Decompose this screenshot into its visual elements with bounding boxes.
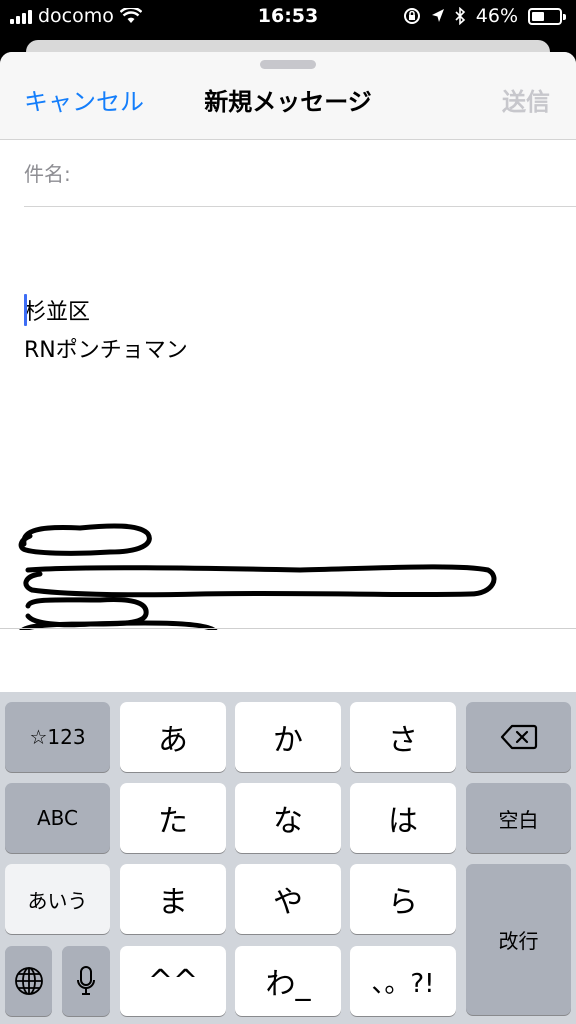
battery-level xyxy=(532,11,544,21)
globe-icon xyxy=(14,967,43,995)
message-body[interactable]: 杉並区 RNポンチョマン xyxy=(24,294,188,370)
compose-title: 新規メッセージ xyxy=(204,88,372,116)
text-cursor xyxy=(24,294,27,326)
battery-icon xyxy=(528,7,566,25)
space-key[interactable]: 空白 xyxy=(466,783,571,853)
punctuation-key[interactable]: 、。?! xyxy=(350,946,456,1016)
kana-key-ha[interactable]: は xyxy=(350,783,456,853)
subject-label: 件名: xyxy=(24,162,71,186)
status-bar: docomo 16:53 46% xyxy=(0,0,576,34)
numbers-mode-key[interactable]: ☆123 xyxy=(5,702,110,772)
separator-line xyxy=(0,628,576,629)
kana-mode-key[interactable]: あいう xyxy=(5,864,110,934)
status-right: 46% xyxy=(403,5,566,27)
redaction-scribble xyxy=(18,523,497,630)
location-icon xyxy=(431,9,444,22)
battery-percent: 46% xyxy=(475,5,518,27)
compose-nav-bar: キャンセル 新規メッセージ 送信 xyxy=(0,52,576,140)
kana-key-ka[interactable]: か xyxy=(235,702,341,772)
subject-field[interactable]: 件名: xyxy=(24,140,576,207)
kana-key-ta[interactable]: た xyxy=(120,783,226,853)
body-line: 杉並区 xyxy=(24,300,91,325)
microphone-icon xyxy=(77,966,95,995)
sheet-grabber[interactable] xyxy=(260,60,316,69)
kaomoji-key[interactable]: ^^ xyxy=(120,946,226,1016)
dictation-key[interactable] xyxy=(62,946,110,1016)
delete-button[interactable] xyxy=(466,702,571,772)
kana-key-ma[interactable]: ま xyxy=(120,864,226,934)
backspace-icon xyxy=(500,724,537,750)
kana-key-ya[interactable]: や xyxy=(235,864,341,934)
globe-key[interactable] xyxy=(5,946,52,1016)
abc-mode-key[interactable]: ABC xyxy=(5,783,110,853)
orientation-lock-icon xyxy=(403,8,420,24)
kana-key-sa[interactable]: さ xyxy=(350,702,456,772)
compose-sheet: キャンセル 新規メッセージ 送信 件名: 杉並区 RNポンチョマン xyxy=(0,52,576,692)
japanese-kana-keyboard: ☆123 あ か さ ABC た な は 空白 あいう ま や ら 改行 ^^ … xyxy=(0,692,576,1024)
return-key[interactable]: 改行 xyxy=(466,864,571,1015)
bluetooth-icon xyxy=(455,7,465,25)
send-button[interactable]: 送信 xyxy=(502,82,550,117)
kana-key-na[interactable]: な xyxy=(235,783,341,853)
body-line: RNポンチョマン xyxy=(24,338,188,363)
kana-key-a[interactable]: あ xyxy=(120,702,226,772)
kana-key-wa[interactable]: わ_ xyxy=(235,946,341,1016)
kana-key-ra[interactable]: ら xyxy=(350,864,456,934)
